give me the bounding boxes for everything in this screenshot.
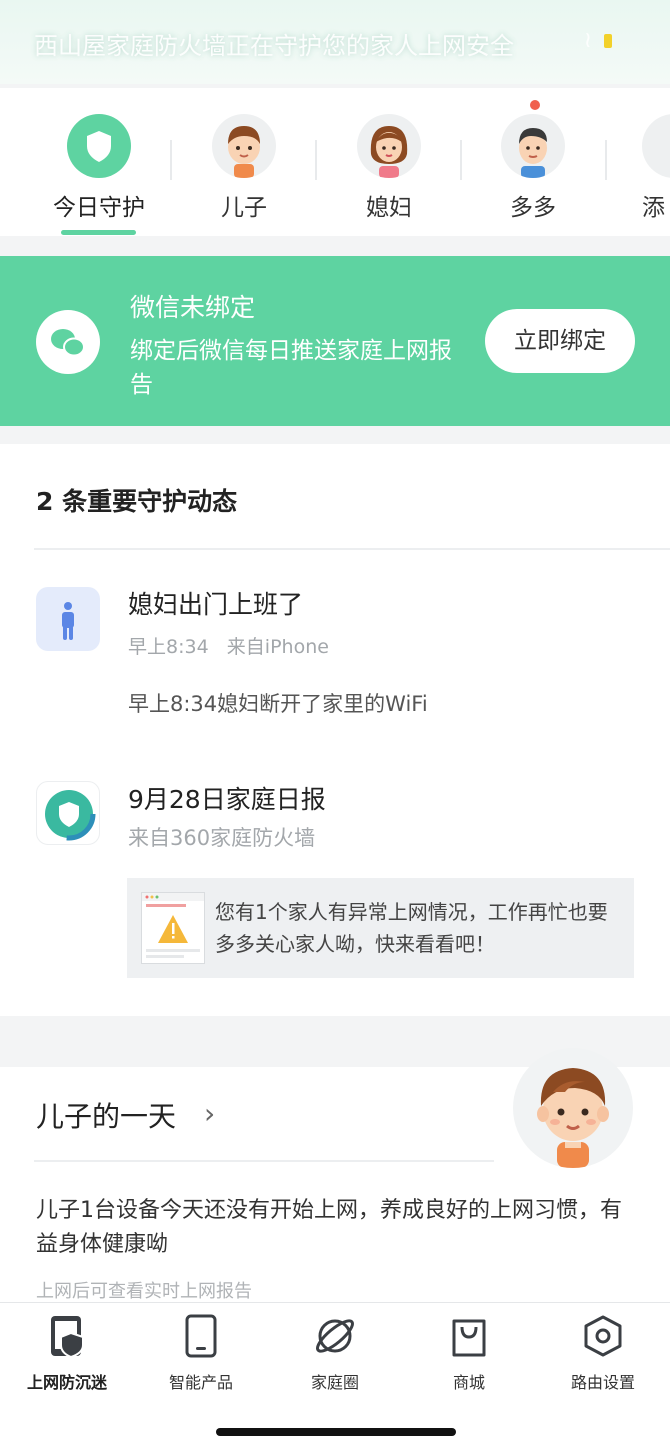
profile-label: 添 xyxy=(642,195,665,221)
nav-anti-addiction[interactable]: 上网防沉迷 xyxy=(12,1313,122,1393)
nav-label: 智能产品 xyxy=(168,1373,233,1392)
son-avatar[interactable] xyxy=(513,1048,633,1168)
profile-label: 儿子 xyxy=(221,195,267,221)
report-summary[interactable]: 您有1个家人有异常上网情况，工作再忙也要多多关心家人呦，快来看看吧！ xyxy=(127,878,634,978)
man-avatar xyxy=(501,114,565,178)
son-day-note: 上网后可查看实时上网报告 xyxy=(36,1281,252,1302)
nav-store[interactable]: 商城 xyxy=(414,1313,524,1393)
divider xyxy=(34,548,670,550)
hex-gear-icon xyxy=(581,1313,625,1359)
home-indicator xyxy=(216,1428,456,1436)
divider xyxy=(460,140,462,180)
event-time: 早上8:34 xyxy=(128,636,209,658)
active-tab-indicator xyxy=(61,230,136,235)
firewall-shield-icon xyxy=(36,781,100,845)
planet-icon xyxy=(313,1313,357,1359)
bind-now-button[interactable]: 立即绑定 xyxy=(485,309,635,373)
son-day-description: 儿子1台设备今天还没有开始上网，养成良好的上网习惯，有益身体健康呦 xyxy=(36,1198,622,1257)
nav-label: 上网防沉迷 xyxy=(26,1373,107,1392)
nav-family-circle[interactable]: 家庭圈 xyxy=(280,1313,390,1393)
notification-dot xyxy=(530,100,540,110)
notification-text: 西山屋家庭防火墙正在守护您的家人上网安全 xyxy=(34,32,514,60)
divider xyxy=(170,140,172,180)
wechat-description: 绑定后微信每日推送家庭上网报告 xyxy=(130,338,452,398)
wechat-bind-banner: 微信未绑定 绑定后微信每日推送家庭上网报告 立即绑定 xyxy=(0,256,670,426)
wifi-icon: ≀ xyxy=(583,28,592,53)
tab-wife[interactable]: 媳妇 xyxy=(329,114,449,222)
shopping-bag-icon xyxy=(447,1313,491,1359)
profile-tabs: 今日守护 儿子 媳妇 多多 添 xyxy=(0,88,670,236)
event-body: 早上8:34媳妇断开了家里的WiFi xyxy=(128,692,428,716)
nav-label: 路由设置 xyxy=(570,1373,635,1392)
battery-icon xyxy=(604,34,612,48)
add-avatar xyxy=(642,114,670,178)
event-source: 来自360家庭防火墙 xyxy=(128,826,316,850)
profile-label: 媳妇 xyxy=(366,195,412,221)
son-day-title[interactable]: 儿子的一天 xyxy=(36,1095,176,1135)
nav-router-settings[interactable]: 路由设置 xyxy=(548,1313,658,1393)
divider xyxy=(34,1160,494,1162)
tab-son[interactable]: 儿子 xyxy=(184,114,304,222)
event-source: 来自iPhone xyxy=(226,636,329,658)
event-title[interactable]: 9月28日家庭日报 xyxy=(128,780,326,816)
shield-icon xyxy=(67,114,131,178)
nav-label: 商城 xyxy=(452,1373,485,1392)
phone-shield-icon xyxy=(45,1313,89,1359)
wechat-icon xyxy=(36,310,100,374)
event-meta: 早上8:34 来自iPhone xyxy=(128,632,329,659)
profile-label: 多多 xyxy=(510,195,556,221)
event-title[interactable]: 媳妇出门上班了 xyxy=(128,585,303,621)
profile-label: 今日守护 xyxy=(53,195,145,221)
person-walking-icon xyxy=(36,587,100,651)
events-heading: 2 条重要守护动态 xyxy=(36,487,238,516)
tab-today-protection[interactable]: 今日守护 xyxy=(39,114,159,222)
warning-report-icon xyxy=(141,892,205,964)
divider xyxy=(315,140,317,180)
boy-avatar xyxy=(212,114,276,178)
tab-add[interactable]: 添 xyxy=(580,114,670,222)
protection-events-card: 2 条重要守护动态 媳妇出门上班了 早上8:34 来自iPhone 早上8:34… xyxy=(0,444,670,1016)
report-text: 您有1个家人有异常上网情况，工作再忙也要多多关心家人呦，快来看看吧！ xyxy=(215,900,608,956)
device-icon xyxy=(179,1313,223,1359)
status-bar: 西山屋家庭防火墙正在守护您的家人上网安全 ≀ xyxy=(0,0,670,84)
woman-avatar xyxy=(357,114,421,178)
tab-duoduo[interactable]: 多多 xyxy=(473,114,593,222)
nav-smart-products[interactable]: 智能产品 xyxy=(146,1313,256,1393)
wechat-title: 微信未绑定 xyxy=(130,293,256,322)
nav-label: 家庭圈 xyxy=(310,1373,359,1392)
chevron-right-icon[interactable]: › xyxy=(204,1097,215,1130)
